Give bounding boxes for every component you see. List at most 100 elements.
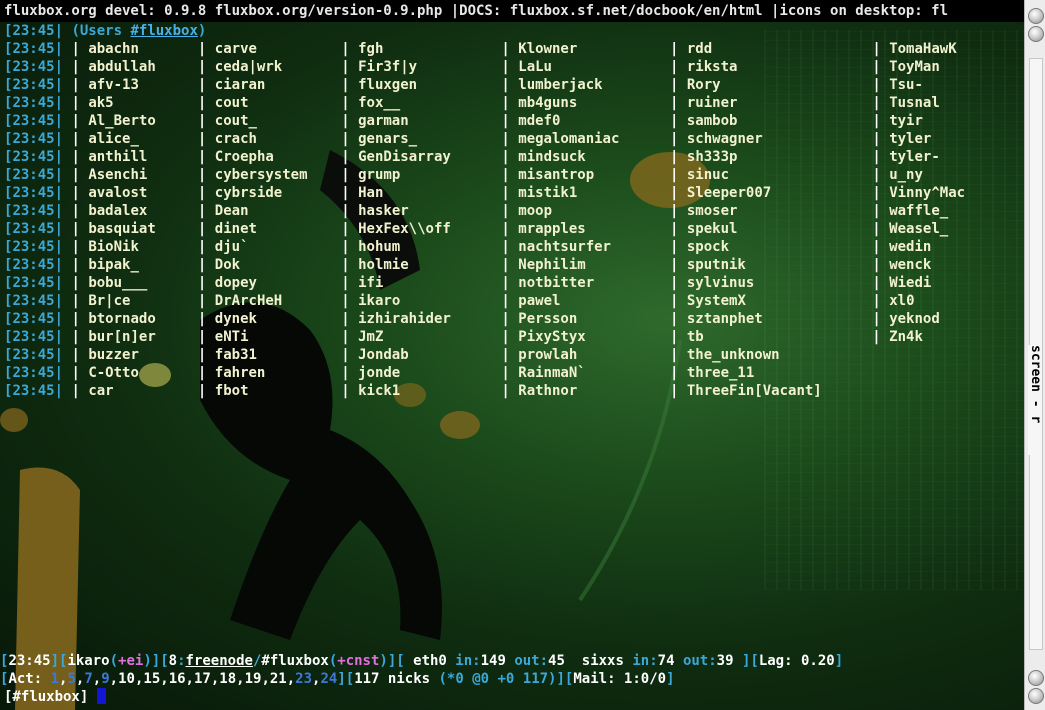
- user-nick[interactable]: Dok: [215, 257, 240, 273]
- activity-window[interactable]: 10: [118, 671, 135, 687]
- activity-window[interactable]: 16: [169, 671, 186, 687]
- user-nick[interactable]: kick1: [358, 383, 400, 399]
- user-nick[interactable]: Fir3f|y: [358, 59, 417, 75]
- user-nick[interactable]: crach: [215, 131, 257, 147]
- user-nick[interactable]: SystemX: [687, 293, 746, 309]
- activity-window[interactable]: 23: [295, 671, 312, 687]
- user-nick[interactable]: Sleeper007: [687, 185, 771, 201]
- user-nick[interactable]: Han: [358, 185, 383, 201]
- user-nick[interactable]: dju`: [215, 239, 249, 255]
- user-nick[interactable]: eNTi: [215, 329, 249, 345]
- user-nick[interactable]: cybersystem: [215, 167, 308, 183]
- user-nick[interactable]: genars_: [358, 131, 417, 147]
- activity-window[interactable]: 1: [51, 671, 59, 687]
- user-nick[interactable]: hasker: [358, 203, 409, 219]
- user-nick[interactable]: rdd: [687, 41, 712, 57]
- user-nick[interactable]: JmZ: [358, 329, 383, 345]
- user-nick[interactable]: xl0: [889, 293, 914, 309]
- user-nick[interactable]: basquiat: [88, 221, 155, 237]
- user-nick[interactable]: hohum: [358, 239, 400, 255]
- user-nick[interactable]: wedin: [889, 239, 931, 255]
- user-nick[interactable]: carve: [215, 41, 257, 57]
- user-nick[interactable]: PixyStyx: [518, 329, 585, 345]
- user-nick[interactable]: fluxgen: [358, 77, 417, 93]
- user-nick[interactable]: ceda|wrk: [215, 59, 282, 75]
- user-nick[interactable]: avalost: [88, 185, 147, 201]
- user-nick[interactable]: bipak_: [88, 257, 139, 273]
- user-nick[interactable]: mrapples: [518, 221, 585, 237]
- user-nick[interactable]: Croepha: [215, 149, 274, 165]
- user-nick[interactable]: Br|ce: [88, 293, 130, 309]
- user-nick[interactable]: bobu___: [88, 275, 147, 291]
- user-nick[interactable]: Rathnor: [518, 383, 577, 399]
- user-nick[interactable]: cybrside: [215, 185, 282, 201]
- user-nick[interactable]: GenDisarray: [358, 149, 451, 165]
- user-nick[interactable]: garman: [358, 113, 409, 129]
- user-nick[interactable]: izhirahider: [358, 311, 451, 327]
- user-nick[interactable]: ThreeFin[Vacant]: [687, 383, 822, 399]
- user-nick[interactable]: sputnik: [687, 257, 746, 273]
- user-nick[interactable]: yeknod: [889, 311, 940, 327]
- user-nick[interactable]: fab31: [215, 347, 257, 363]
- user-nick[interactable]: sambob: [687, 113, 738, 129]
- user-nick[interactable]: Nephilim: [518, 257, 585, 273]
- user-nick[interactable]: bur[n]er: [88, 329, 155, 345]
- user-nick[interactable]: megalomaniac: [518, 131, 619, 147]
- activity-window[interactable]: 9: [101, 671, 109, 687]
- activity-window[interactable]: 7: [84, 671, 92, 687]
- user-nick[interactable]: schwagner: [687, 131, 763, 147]
- user-nick[interactable]: Tsu-: [889, 77, 923, 93]
- user-nick[interactable]: Zn4k: [889, 329, 923, 345]
- user-nick[interactable]: u_ny: [889, 167, 923, 183]
- user-nick[interactable]: car: [88, 383, 113, 399]
- activity-window[interactable]: 18: [219, 671, 236, 687]
- user-nick[interactable]: anthill: [88, 149, 147, 165]
- user-nick[interactable]: mistik1: [518, 185, 577, 201]
- scroll-down-button[interactable]: [1028, 670, 1044, 686]
- user-nick[interactable]: mb4guns: [518, 95, 577, 111]
- activity-window[interactable]: 5: [67, 671, 75, 687]
- user-nick[interactable]: DrArcHeH: [215, 293, 282, 309]
- user-nick[interactable]: dopey: [215, 275, 257, 291]
- user-nick[interactable]: prowlah: [518, 347, 577, 363]
- user-nick[interactable]: TomaHawK: [889, 41, 956, 57]
- user-nick[interactable]: LaLu: [518, 59, 552, 75]
- user-nick[interactable]: dynek: [215, 311, 257, 327]
- user-nick[interactable]: buzzer: [88, 347, 139, 363]
- user-nick[interactable]: sh333p: [687, 149, 738, 165]
- user-nick[interactable]: spekul: [687, 221, 738, 237]
- user-nick[interactable]: cout_: [215, 113, 257, 129]
- user-nick[interactable]: ifi: [358, 275, 383, 291]
- user-nick[interactable]: nachtsurfer: [518, 239, 611, 255]
- user-nick[interactable]: Asenchi: [88, 167, 147, 183]
- user-nick[interactable]: lumberjack: [518, 77, 602, 93]
- user-nick[interactable]: ikaro: [358, 293, 400, 309]
- user-nick[interactable]: fahren: [215, 365, 266, 381]
- activity-window[interactable]: 15: [143, 671, 160, 687]
- channel-link[interactable]: #fluxbox: [130, 23, 197, 39]
- user-nick[interactable]: Wiedi: [889, 275, 931, 291]
- user-nick[interactable]: ruiner: [687, 95, 738, 111]
- user-nick[interactable]: badalex: [88, 203, 147, 219]
- user-nick[interactable]: Al_Berto: [88, 113, 155, 129]
- user-nick[interactable]: notbitter: [518, 275, 594, 291]
- user-nick[interactable]: afv-13: [88, 77, 139, 93]
- user-nick[interactable]: tyir: [889, 113, 923, 129]
- user-nick[interactable]: RainmaN`: [518, 365, 585, 381]
- user-nick[interactable]: Jondab: [358, 347, 409, 363]
- scroll-end-button[interactable]: [1028, 688, 1044, 704]
- user-nick[interactable]: riksta: [687, 59, 738, 75]
- scroll-up-button[interactable]: [1028, 8, 1044, 24]
- user-nick[interactable]: Persson: [518, 311, 577, 327]
- user-nick[interactable]: ciaran: [215, 77, 266, 93]
- user-nick[interactable]: sinuc: [687, 167, 729, 183]
- scroll-stop-button[interactable]: [1028, 26, 1044, 42]
- user-nick[interactable]: tb: [687, 329, 704, 345]
- user-nick[interactable]: Tusnal: [889, 95, 940, 111]
- activity-window[interactable]: 17: [194, 671, 211, 687]
- terminal-window[interactable]: fluxbox.org devel: 0.9.8 fluxbox.org/ver…: [0, 0, 1024, 710]
- vertical-scrollbar[interactable]: screen - r: [1024, 0, 1045, 710]
- activity-window[interactable]: 24: [320, 671, 337, 687]
- user-nick[interactable]: pawel: [518, 293, 560, 309]
- user-nick[interactable]: smoser: [687, 203, 738, 219]
